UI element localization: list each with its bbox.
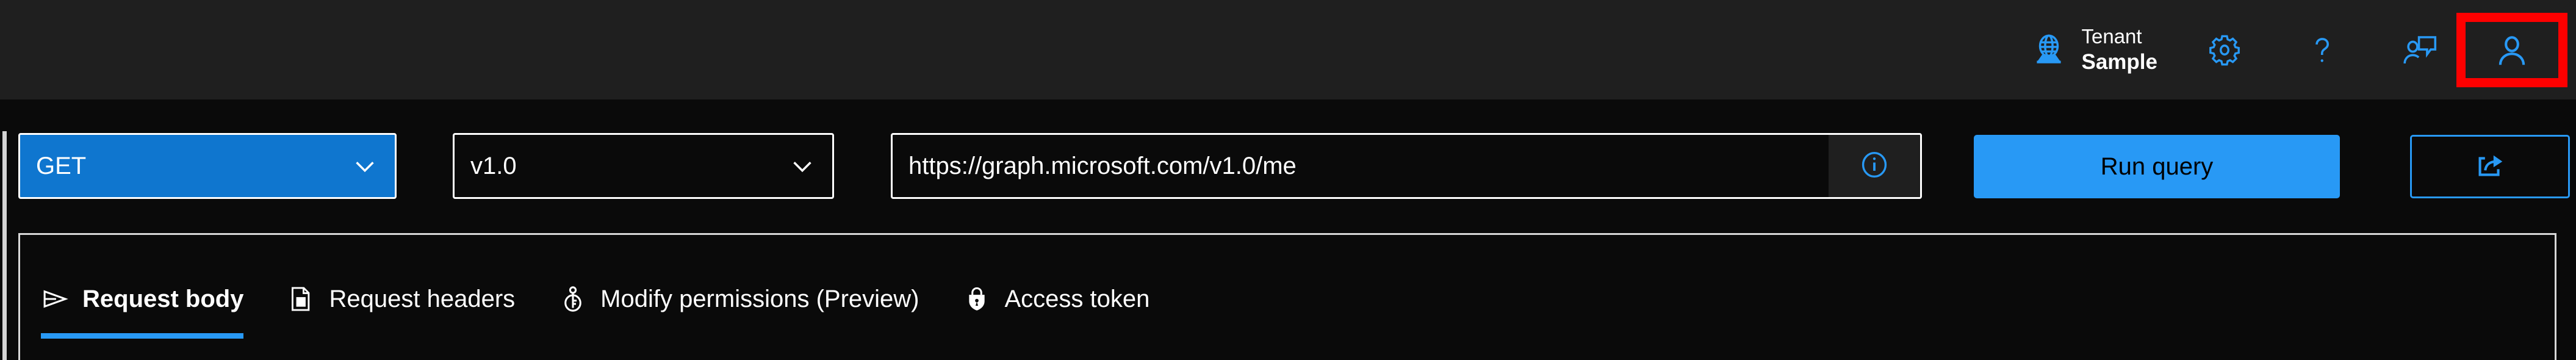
vertical-scrollbar[interactable] <box>2 131 7 360</box>
tab-label: Access token <box>1004 285 1150 312</box>
share-query-button[interactable] <box>2410 135 2570 198</box>
app-header: Tenant Sample <box>0 0 2576 99</box>
key-icon <box>559 285 587 313</box>
graph-explorer-app: Tenant Sample GET v1.0 https://graph.mic… <box>0 0 2576 360</box>
query-bar-row: GET v1.0 https://graph.microsoft.com/v1.… <box>0 99 2576 217</box>
tab-label: Request headers <box>329 285 516 312</box>
globe-tenant-icon <box>2032 33 2066 67</box>
api-version-value: v1.0 <box>470 152 517 179</box>
gear-icon <box>2207 32 2242 68</box>
query-url-input[interactable]: https://graph.microsoft.com/v1.0/me <box>893 135 1829 197</box>
query-url-field[interactable]: https://graph.microsoft.com/v1.0/me <box>891 133 1922 199</box>
chevron-down-icon <box>788 152 816 180</box>
tab-modify-permissions[interactable]: Modify permissions (Preview) <box>559 259 919 339</box>
header-spacer-3 <box>2359 49 2383 50</box>
http-method-dropdown[interactable]: GET <box>18 133 397 199</box>
run-query-label: Run query <box>2100 153 2214 180</box>
request-tab-list: Request body Request headers Modify perm… <box>20 235 1193 339</box>
info-circle-icon <box>1858 148 1891 184</box>
header-spacer-1 <box>2171 49 2188 50</box>
tab-active-underline <box>41 333 244 339</box>
chevron-down-icon <box>351 152 379 180</box>
settings-button[interactable] <box>2188 13 2261 87</box>
document-lines-icon <box>287 285 315 313</box>
person-feedback-icon <box>2401 31 2439 69</box>
http-method-value: GET <box>36 152 87 179</box>
tenant-selector[interactable]: Tenant Sample <box>2018 0 2171 99</box>
profile-button[interactable] <box>2475 13 2549 87</box>
header-spacer-2 <box>2261 49 2286 50</box>
lock-shield-icon <box>963 285 991 313</box>
feedback-button[interactable] <box>2383 13 2456 87</box>
help-button[interactable] <box>2286 13 2359 87</box>
run-query-button[interactable]: Run query <box>1974 135 2340 198</box>
tab-label: Modify permissions (Preview) <box>600 285 919 312</box>
tab-request-body[interactable]: Request body <box>41 259 244 339</box>
query-bar: GET v1.0 https://graph.microsoft.com/v1.… <box>0 99 2576 217</box>
tab-label: Request body <box>82 285 244 312</box>
request-tab-panel: Request body Request headers Modify perm… <box>18 233 2556 360</box>
share-icon <box>2472 148 2508 186</box>
profile-button-highlight <box>2456 12 2567 87</box>
tenant-label: Tenant <box>2081 25 2142 48</box>
tenant-text-block: Tenant Sample <box>2082 24 2158 76</box>
tab-access-token[interactable]: Access token <box>963 259 1149 339</box>
tenant-name: Sample <box>2081 50 2158 74</box>
api-version-dropdown[interactable]: v1.0 <box>453 133 834 199</box>
tab-request-headers[interactable]: Request headers <box>287 259 515 339</box>
query-url-info-button[interactable] <box>1829 135 1920 197</box>
person-account-icon <box>2493 31 2531 69</box>
question-mark-icon <box>2304 32 2340 68</box>
send-paper-plane-icon <box>41 285 69 313</box>
